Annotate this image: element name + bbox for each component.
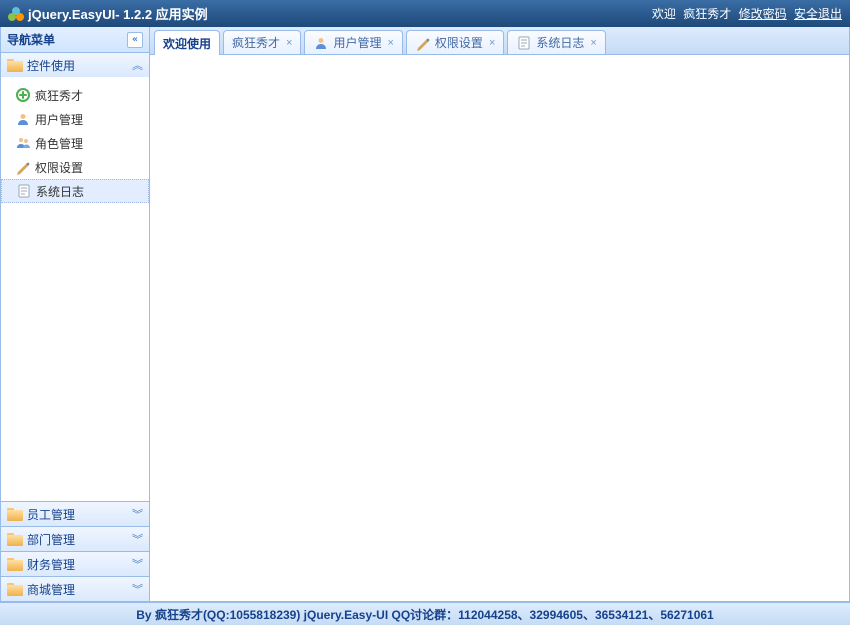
tab-syslog[interactable]: 系统日志 × <box>507 30 605 54</box>
footer-text: By 疯狂秀才(QQ:1055818239) jQuery.Easy-UI QQ… <box>136 606 713 623</box>
tab-label: 权限设置 <box>435 34 483 51</box>
footer: By 疯狂秀才(QQ:1055818239) jQuery.Easy-UI QQ… <box>0 602 850 625</box>
chevron-down-icon: ︾ <box>132 506 143 522</box>
accordion-title: 部门管理 <box>27 531 75 548</box>
sidebar-header: 导航菜单 « <box>1 27 149 53</box>
sidebar-item-permissions[interactable]: 权限设置 <box>1 155 149 179</box>
tab-label: 系统日志 <box>536 34 584 51</box>
accordion-header-controls[interactable]: 控件使用 ︽ <box>1 53 149 77</box>
folder-icon <box>7 508 23 521</box>
chevron-down-icon: ︾ <box>132 581 143 597</box>
header-links: 欢迎 疯狂秀才 修改密码 安全退出 <box>648 5 842 22</box>
sidebar-item-label: 权限设置 <box>35 159 83 176</box>
app-title-wrap: jQuery.EasyUI- 1.2.2 应用实例 <box>8 4 208 23</box>
tab-welcome[interactable]: 欢迎使用 <box>154 30 220 55</box>
accordion-title: 控件使用 <box>27 57 75 74</box>
app-header: jQuery.EasyUI- 1.2.2 应用实例 欢迎 疯狂秀才 修改密码 安… <box>0 0 850 27</box>
sidebar-title: 导航菜单 <box>7 31 55 48</box>
sidebar-item-roles[interactable]: 角色管理 <box>1 131 149 155</box>
welcome-text: 欢迎 <box>652 7 676 21</box>
sidebar-item-label: 用户管理 <box>35 111 83 128</box>
accordion-header-department[interactable]: 部门管理 ︾ <box>1 527 149 551</box>
app-title: jQuery.EasyUI- 1.2.2 应用实例 <box>28 4 208 23</box>
sidebar-item-users[interactable]: 用户管理 <box>1 107 149 131</box>
sidebar-item-syslog[interactable]: 系统日志 <box>1 179 149 203</box>
accordion-title: 员工管理 <box>27 506 75 523</box>
accordion-panel-controls: 控件使用 ︽ 疯狂秀才 用户管理 角色管理 <box>1 53 149 502</box>
main-region: 欢迎使用 疯狂秀才 × 用户管理 × 权限设置 × 系统日志 × <box>150 27 850 602</box>
accordion-header-finance[interactable]: 财务管理 ︾ <box>1 552 149 576</box>
close-icon[interactable]: × <box>590 37 596 49</box>
sidebar-collapse-button[interactable]: « <box>127 32 143 48</box>
tab-content <box>150 55 849 601</box>
sidebar-item-label: 疯狂秀才 <box>35 87 83 104</box>
accordion-title: 商城管理 <box>27 581 75 598</box>
accordion-panel-employee: 员工管理 ︾ <box>1 502 149 527</box>
tab-label: 用户管理 <box>333 34 381 51</box>
tab-label: 疯狂秀才 <box>232 34 280 51</box>
accordion-panel-mall: 商城管理 ︾ <box>1 577 149 601</box>
user-icon <box>15 111 31 127</box>
folder-icon <box>7 533 23 546</box>
accordion-panel-finance: 财务管理 ︾ <box>1 552 149 577</box>
sidebar-item-label: 角色管理 <box>35 135 83 152</box>
chevron-down-icon: ︾ <box>132 556 143 572</box>
user-icon <box>313 35 329 51</box>
accordion-header-mall[interactable]: 商城管理 ︾ <box>1 577 149 601</box>
close-icon[interactable]: × <box>489 37 495 49</box>
document-icon <box>16 183 32 199</box>
document-icon <box>516 35 532 51</box>
accordion-body: 疯狂秀才 用户管理 角色管理 权限设置 系统日志 <box>1 77 149 501</box>
folder-icon <box>7 558 23 571</box>
tab-strip: 欢迎使用 疯狂秀才 × 用户管理 × 权限设置 × 系统日志 × <box>150 27 849 55</box>
tab-permissions[interactable]: 权限设置 × <box>406 30 504 54</box>
wrench-icon <box>15 159 31 175</box>
add-icon <box>15 87 31 103</box>
tab-label: 欢迎使用 <box>163 35 211 52</box>
chevron-up-icon: ︽ <box>132 57 143 73</box>
tab-showcase[interactable]: 疯狂秀才 × <box>223 30 301 54</box>
tab-users[interactable]: 用户管理 × <box>304 30 402 54</box>
chevron-down-icon: ︾ <box>132 531 143 547</box>
close-icon[interactable]: × <box>387 37 393 49</box>
logout-link[interactable]: 安全退出 <box>794 7 842 21</box>
folder-icon <box>7 59 23 72</box>
logo-icon <box>8 6 24 22</box>
role-icon <box>15 135 31 151</box>
sidebar-item-label: 系统日志 <box>36 183 84 200</box>
change-password-link[interactable]: 修改密码 <box>739 7 787 21</box>
sidebar: 导航菜单 « 控件使用 ︽ 疯狂秀才 用户管理 <box>0 27 150 602</box>
close-icon[interactable]: × <box>286 37 292 49</box>
accordion-header-employee[interactable]: 员工管理 ︾ <box>1 502 149 526</box>
accordion-title: 财务管理 <box>27 556 75 573</box>
wrench-icon <box>415 35 431 51</box>
sidebar-item-showcase[interactable]: 疯狂秀才 <box>1 83 149 107</box>
username-text: 疯狂秀才 <box>683 7 731 21</box>
accordion-panel-department: 部门管理 ︾ <box>1 527 149 552</box>
folder-icon <box>7 583 23 596</box>
